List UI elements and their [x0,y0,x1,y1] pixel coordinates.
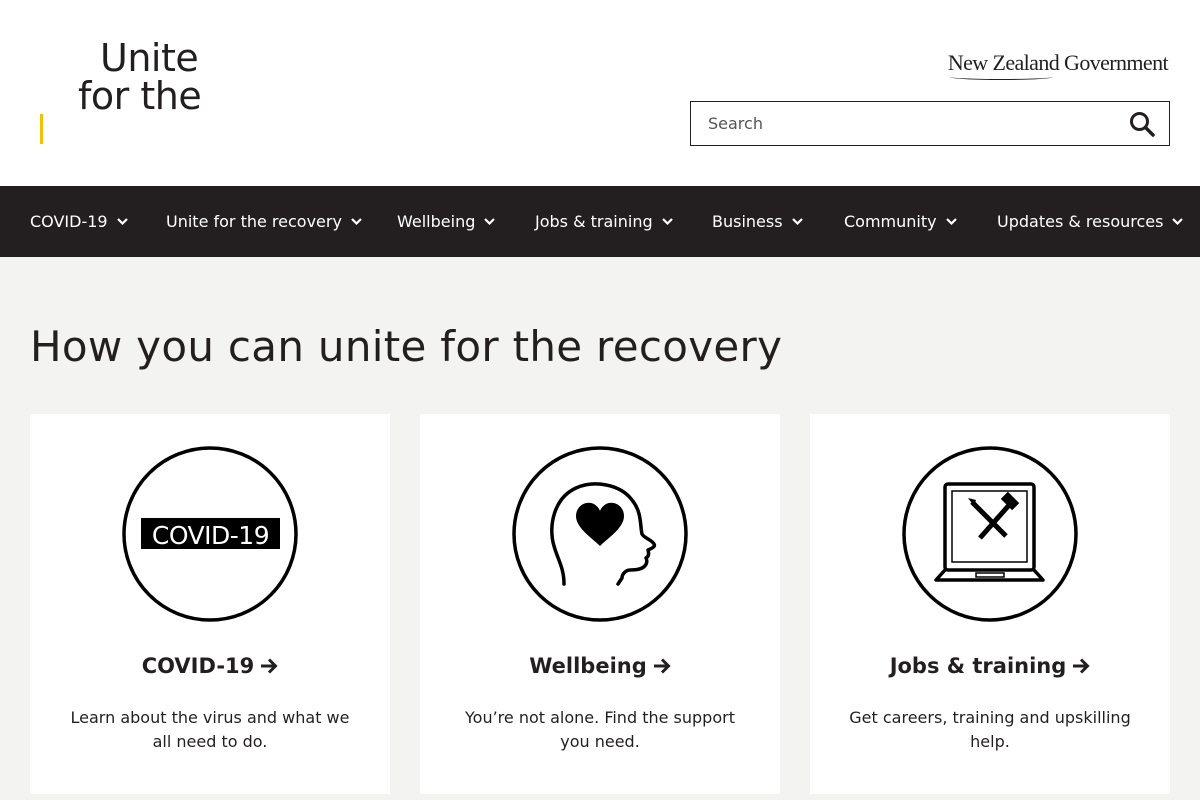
nav-item-business[interactable]: Business [712,186,804,257]
nav-item-unite-for-the-recovery[interactable]: Unite for the recovery [166,186,363,257]
card-title[interactable]: Jobs & training [810,654,1170,678]
nav-item-label: COVID-19 [30,212,108,231]
chevron-down-icon [945,218,957,226]
chevron-down-icon [116,218,128,226]
main-nav: COVID-19 Unite for the recovery Wellbein… [0,186,1200,257]
nav-item-label: Community [844,212,937,231]
nav-item-label: Updates & resources [997,212,1164,231]
nav-item-updates-resources[interactable]: Updates & resources [997,186,1184,257]
card-title-text: COVID-19 [141,654,255,678]
unite-logo[interactable]: Unite for the [40,38,220,148]
gov-logo-swoosh [949,74,1053,80]
card-wellbeing[interactable]: Wellbeing You’re not alone. Find the sup… [420,414,780,794]
card-title-text: Jobs & training [889,654,1067,678]
nav-item-covid-19[interactable]: COVID-19 [30,186,129,257]
chevron-down-icon [661,218,673,226]
chevron-down-icon [791,218,803,226]
nav-item-label: Business [712,212,783,231]
card-description: Get careers, training and upskilling hel… [849,708,1131,751]
search-icon [1130,111,1155,137]
card-title[interactable]: COVID-19 [30,654,390,678]
nz-government-logo[interactable]: New Zealand Government [947,50,1169,80]
arrow-right-icon [653,658,671,674]
arrow-right-icon [261,658,278,674]
logo-text-line1: Unite [100,36,199,80]
card-covid-19[interactable]: COVID-19 COVID-19 Learn about the virus … [30,414,390,794]
card-jobs-training[interactable]: Jobs & training Get careers, training an… [810,414,1170,794]
head-heart-icon [512,446,688,622]
card-description: You’re not alone. Find the support you n… [465,708,735,751]
search-input[interactable] [691,102,1111,145]
logo-text-line2: for the [78,74,202,118]
nav-item-label: Jobs & training [535,212,653,231]
site-header: Unite for the New Zealand Government [0,0,1200,186]
nav-item-wellbeing[interactable]: Wellbeing [397,186,496,257]
search-box [690,101,1170,146]
laptop-tools-icon [902,446,1078,622]
page-heading: How you can unite for the recovery [30,322,783,371]
arrow-right-icon [1073,658,1090,674]
nav-item-label: Unite for the recovery [166,212,342,231]
covid-icon-text: COVID-19 [152,521,269,550]
search-button[interactable] [1115,102,1169,145]
nav-item-jobs-training[interactable]: Jobs & training [535,186,674,257]
covid-19-icon: COVID-19 [122,446,298,622]
card-title[interactable]: Wellbeing [420,654,780,678]
gov-logo-text: New Zealand Government [947,50,1169,75]
logo-accent-bar [40,114,43,144]
chevron-down-icon [351,218,362,226]
nav-item-label: Wellbeing [397,212,476,231]
card-title-text: Wellbeing [529,654,647,678]
chevron-down-icon [1172,218,1184,226]
chevron-down-icon [484,218,496,226]
nav-item-community[interactable]: Community [844,186,958,257]
card-description: Learn about the virus and what we all ne… [70,708,350,751]
